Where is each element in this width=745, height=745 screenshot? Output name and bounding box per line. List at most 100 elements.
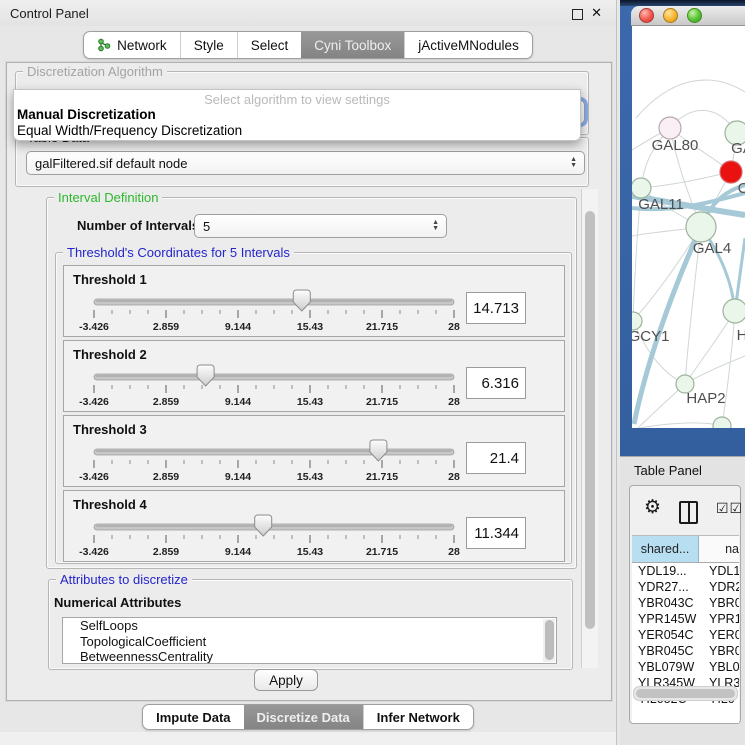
scrollbar-thumb[interactable] — [636, 689, 735, 698]
cell-shared-name[interactable]: YBR043C — [632, 595, 709, 611]
tab-label: Impute Data — [156, 710, 230, 725]
list-item[interactable]: BetweennessCentrality — [63, 649, 556, 664]
threshold-value-field[interactable]: 14.713 — [466, 292, 526, 324]
slider-thumb[interactable] — [197, 365, 214, 386]
network-edge[interactable] — [685, 311, 735, 384]
close-traffic-light-icon[interactable] — [639, 8, 654, 23]
cell-shared-name[interactable]: YPR145W — [632, 611, 709, 627]
list-item[interactable]: SelfLoops — [63, 618, 556, 634]
slider-thumb[interactable] — [370, 440, 387, 461]
threshold-panel-1: Threshold 1-3.4262.8599.14415.4321.71528… — [63, 265, 565, 337]
tab-impute-data[interactable]: Impute Data — [143, 705, 243, 729]
threshold-slider[interactable]: -3.4262.8599.14415.4321.71528 — [84, 513, 464, 559]
svg-text:9.144: 9.144 — [225, 471, 251, 483]
cell-name[interactable]: YBL0 — [709, 659, 739, 675]
svg-text:21.715: 21.715 — [366, 321, 398, 333]
slider-thumb[interactable] — [293, 290, 310, 311]
table-hscrollbar[interactable] — [633, 686, 738, 701]
network-view-canvas[interactable]: GAL80GACGAL11GAL4GCY1HHAP2 — [632, 26, 745, 428]
threshold-slider[interactable]: -3.4262.8599.14415.4321.71528 — [84, 288, 464, 334]
network-node-GAL80[interactable] — [659, 117, 681, 139]
interval-definition-section: Interval Definition Number of Intervals … — [46, 197, 577, 569]
cell-name[interactable]: YBR0 — [709, 595, 739, 611]
float-window-icon[interactable] — [572, 9, 583, 20]
cell-name[interactable]: YER0 — [709, 627, 739, 643]
svg-text:15.43: 15.43 — [297, 471, 323, 483]
cell-name[interactable]: YPR1 — [709, 611, 739, 627]
tab-discretize-data[interactable]: Discretize Data — [244, 705, 363, 729]
table-row[interactable]: YBR045CYBR0 — [632, 643, 739, 659]
cell-shared-name[interactable]: YBL079W — [632, 659, 709, 675]
network-edge[interactable] — [638, 384, 685, 428]
threshold-label: Threshold 4 — [73, 497, 147, 512]
cell-name[interactable]: YDR2 — [709, 579, 739, 595]
tab-select[interactable]: Select — [237, 32, 302, 58]
network-node-GAL11[interactable] — [632, 178, 651, 198]
table-panel-box: ⚙ ☑☑ shared... na YDL19...YDL1YDR27...YD… — [629, 485, 741, 724]
threshold-value-field[interactable]: 6.316 — [466, 367, 526, 399]
threshold-value-field[interactable]: 11.344 — [466, 517, 526, 549]
table-panel-title: Table Panel — [634, 463, 702, 478]
list-item[interactable]: TopologicalCoefficient — [63, 634, 556, 650]
tab-label: jActiveMNodules — [418, 38, 519, 53]
svg-text:2.859: 2.859 — [153, 471, 179, 483]
cell-shared-name[interactable]: YER054C — [632, 627, 709, 643]
zoom-traffic-light-icon[interactable] — [687, 8, 702, 23]
table-row[interactable]: YDL19...YDL1 — [632, 563, 739, 579]
table-row[interactable]: YBL079WYBL0 — [632, 659, 739, 675]
list-scrollbar[interactable] — [543, 619, 555, 662]
threshold-value-field[interactable]: 21.4 — [466, 442, 526, 474]
number-of-intervals-combobox[interactable]: 5 ▲▼ — [194, 214, 447, 238]
network-edge[interactable] — [685, 356, 745, 384]
svg-text:-3.426: -3.426 — [79, 396, 109, 408]
tab-label: Infer Network — [377, 710, 460, 725]
cell-name[interactable]: YBR0 — [709, 643, 739, 659]
apply-button[interactable]: Apply — [254, 669, 318, 691]
tab-infer-network[interactable]: Infer Network — [363, 705, 473, 729]
tab-cyni-toolbox[interactable]: Cyni Toolbox — [301, 32, 404, 58]
node-label: GCY1 — [632, 328, 669, 345]
slider-thumb[interactable] — [255, 515, 272, 536]
numerical-attributes-list[interactable]: SelfLoops TopologicalCoefficient Between… — [62, 617, 557, 664]
network-node-H[interactable] — [723, 299, 745, 323]
network-edge[interactable] — [640, 423, 722, 428]
select-columns-icon[interactable]: ☑☑ — [716, 500, 743, 517]
combo-value: 5 — [203, 219, 210, 234]
svg-text:28: 28 — [448, 471, 460, 483]
network-window-titlebar[interactable] — [631, 6, 745, 26]
svg-text:2.859: 2.859 — [153, 321, 179, 333]
table-row[interactable]: YPR145WYPR1 — [632, 611, 739, 627]
table-data-combobox[interactable]: galFiltered.sif default node ▲▼ — [26, 151, 585, 175]
table-data-section: Table Data galFiltered.sif default node … — [15, 137, 589, 187]
column-header-name[interactable]: na — [699, 536, 739, 562]
cell-name[interactable]: YDL1 — [709, 563, 739, 579]
close-icon[interactable]: ✕ — [591, 5, 602, 21]
table-row[interactable]: YDR27...YDR2 — [632, 579, 739, 595]
column-visibility-icon[interactable] — [679, 501, 698, 524]
cell-shared-name[interactable]: YDL19... — [632, 563, 709, 579]
node-attribute-table: shared... na YDL19...YDL1YDR27...YDR2YBR… — [632, 535, 739, 723]
network-node-unlabeled[interactable] — [713, 417, 731, 428]
settings-gear-icon[interactable]: ⚙ — [644, 496, 661, 519]
svg-text:28: 28 — [448, 321, 460, 333]
cell-shared-name[interactable]: YBR045C — [632, 643, 709, 659]
cell-shared-name[interactable]: YDR27... — [632, 579, 709, 595]
threshold-slider[interactable]: -3.4262.8599.14415.4321.71528 — [84, 438, 464, 484]
cyni-toolbox-panel: Discretization Algorithm ▲▼ Table Data g… — [6, 62, 612, 701]
scrollbar-thumb[interactable] — [585, 211, 595, 629]
panel-scrollbar[interactable] — [581, 189, 598, 668]
tab-jactivemnodules[interactable]: jActiveMNodules — [404, 32, 532, 58]
threshold-slider[interactable]: -3.4262.8599.14415.4321.71528 — [84, 363, 464, 409]
column-header-shared-name[interactable]: shared... — [632, 536, 699, 562]
tab-network[interactable]: Network — [84, 32, 180, 58]
tab-style[interactable]: Style — [180, 32, 237, 58]
minimize-traffic-light-icon[interactable] — [663, 8, 678, 23]
dropdown-option-equal-width-frequency[interactable]: Equal Width/Frequency Discretization — [14, 123, 580, 139]
table-row[interactable]: YER054CYER0 — [632, 627, 739, 643]
threshold-label: Threshold 3 — [73, 422, 147, 437]
svg-text:-3.426: -3.426 — [79, 546, 109, 558]
table-row[interactable]: YBR043CYBR0 — [632, 595, 739, 611]
threshold-panel-2: Threshold 2-3.4262.8599.14415.4321.71528… — [63, 340, 565, 412]
network-node-GAL4[interactable] — [686, 212, 716, 242]
dropdown-option-manual-discretization[interactable]: Manual Discretization — [14, 107, 580, 123]
